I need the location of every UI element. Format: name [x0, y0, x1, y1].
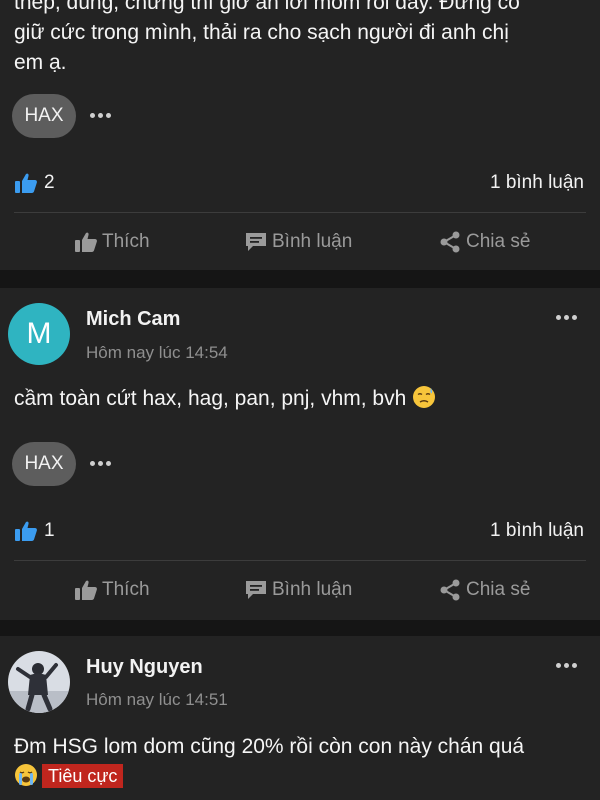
share-button[interactable]: Chia sẻ: [438, 227, 530, 257]
divider: [14, 212, 586, 213]
share-icon: [440, 231, 460, 253]
post-text: Đm HSG lom dom cũng 20% rồi còn con này …: [14, 732, 586, 792]
more-options-icon[interactable]: [554, 312, 580, 322]
share-button[interactable]: Chia sẻ: [438, 575, 530, 605]
post-card: M Mich Cam Hôm nay lúc 14:54 cầm toàn cứ…: [0, 288, 600, 620]
author-name[interactable]: Huy Nguyen: [86, 656, 203, 679]
avatar[interactable]: [8, 651, 70, 713]
comment-icon: [246, 233, 266, 251]
like-button-label: Thích: [102, 579, 150, 600]
post-text-content: cầm toàn cứt hax, hag, pan, pnj, vhm, bv…: [14, 387, 407, 410]
like-count: 2: [44, 172, 55, 193]
avatar[interactable]: M: [8, 303, 70, 365]
share-icon: [440, 579, 460, 601]
like-button[interactable]: Thích: [74, 575, 150, 605]
post-text-line: giữ cức trong mình, thải ra cho sạch ngư…: [14, 21, 509, 44]
post-card: Huy Nguyen Hôm nay lúc 14:51 Đm HSG lom …: [0, 636, 600, 800]
post-text: cầm toàn cứt hax, hag, pan, pnj, vhm, bv…: [14, 384, 586, 414]
more-options-icon[interactable]: [554, 660, 580, 670]
post-text-line: em ạ.: [14, 51, 67, 74]
action-bar: Thích Bình luận Chia sẻ: [0, 227, 600, 257]
comment-button[interactable]: Bình luận: [244, 575, 352, 605]
more-options-icon[interactable]: [88, 110, 114, 120]
author-name[interactable]: Mich Cam: [86, 308, 180, 331]
post-text-content: Đm HSG lom dom cũng 20% rồi còn con này …: [14, 735, 525, 758]
comment-count-link[interactable]: 1 bình luận: [490, 171, 584, 195]
thumbs-up-icon: [15, 521, 37, 541]
share-button-label: Chia sẻ: [466, 231, 531, 252]
thumbs-up-icon: [75, 580, 97, 600]
post-timestamp: Hôm nay lúc 14:54: [86, 343, 228, 362]
like-button[interactable]: Thích: [74, 227, 150, 257]
comment-button-label: Bình luận: [272, 579, 353, 600]
like-count: 1: [44, 520, 55, 541]
post-text-line: thép, dùng, chứng thì giờ ăn lời mỏm rồi…: [14, 0, 520, 14]
person-photo-icon: [8, 651, 70, 713]
like-button-label: Thích: [102, 231, 150, 252]
like-summary[interactable]: 2: [14, 171, 55, 195]
comment-button[interactable]: Bình luận: [244, 227, 352, 257]
stock-tag-button[interactable]: HAX: [12, 94, 76, 138]
action-bar: Thích Bình luận Chia sẻ: [0, 575, 600, 605]
post-card: thép, dùng, chứng thì giờ ăn lời mỏm rồi…: [0, 0, 600, 270]
share-button-label: Chia sẻ: [466, 579, 531, 600]
loudly-crying-face-icon: [15, 764, 37, 786]
post-text: thép, dùng, chứng thì giờ ăn lời mỏm rồi…: [14, 0, 586, 78]
like-summary[interactable]: 1: [14, 519, 55, 543]
thumbs-up-icon: [15, 173, 37, 193]
more-options-icon[interactable]: [88, 458, 114, 468]
sentiment-badge: Tiêu cực: [42, 764, 124, 788]
divider: [14, 560, 586, 561]
thumbs-up-icon: [75, 232, 97, 252]
comment-button-label: Bình luận: [272, 231, 353, 252]
downcast-face-with-sweat-icon: [413, 386, 436, 408]
post-timestamp: Hôm nay lúc 14:51: [86, 690, 228, 709]
stock-tag-button[interactable]: HAX: [12, 442, 76, 486]
comment-icon: [246, 581, 266, 599]
comment-count-link[interactable]: 1 bình luận: [490, 519, 584, 543]
